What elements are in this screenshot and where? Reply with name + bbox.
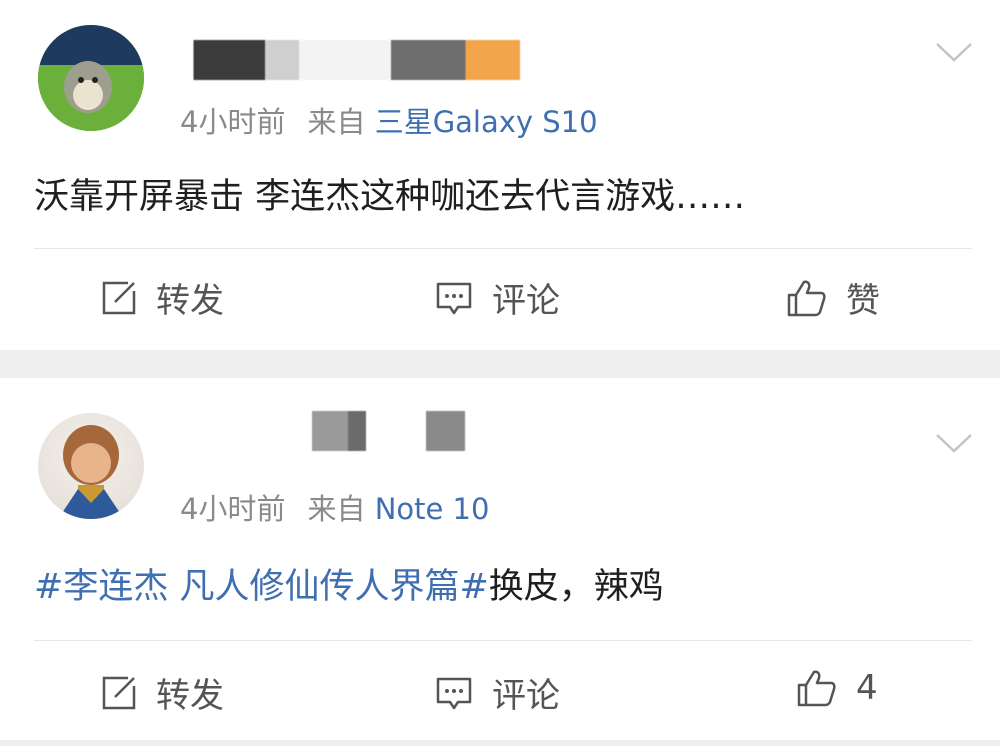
share-edit-icon — [102, 676, 136, 709]
comment-icon — [436, 282, 472, 314]
hashtag-link[interactable]: #李连杰 凡人修仙传人界篇# — [34, 567, 489, 607]
share-edit-icon — [102, 281, 136, 314]
divider — [34, 248, 972, 249]
like-button[interactable]: 赞 — [786, 273, 880, 322]
source-label: 来自 — [307, 105, 366, 139]
thumbs-up-icon — [797, 670, 836, 707]
like-button[interactable]: 4 — [796, 668, 878, 708]
forward-label: 转发 — [156, 281, 224, 321]
post-content: 沃靠开屏暴击 李连杰这种咖还去代言游戏…… — [34, 177, 746, 217]
feed-separator — [0, 350, 1000, 378]
post-time: 4小时前 — [180, 105, 286, 139]
post-meta: 4小时前 来自 Note 10 — [180, 486, 489, 528]
device-link[interactable]: 三星Galaxy S10 — [375, 105, 598, 139]
user-avatar[interactable] — [38, 25, 144, 131]
feed-separator — [0, 740, 1000, 746]
post-meta: 4小时前 来自 三星Galaxy S10 — [180, 99, 598, 141]
weibo-post: 4小时前 来自 Note 10 #李连杰 凡人修仙传人界篇#换皮，辣鸡 转发 评论… — [0, 378, 1000, 740]
post-time: 4小时前 — [180, 492, 286, 526]
divider — [34, 640, 972, 641]
forward-button[interactable]: 转发 — [100, 273, 224, 322]
comment-button[interactable]: 评论 — [434, 668, 560, 717]
chevron-down-icon[interactable] — [934, 40, 974, 64]
post-text: 换皮，辣鸡 — [488, 567, 664, 607]
comment-icon — [436, 677, 472, 709]
chevron-down-icon[interactable] — [934, 431, 974, 455]
device-link[interactable]: Note 10 — [375, 492, 490, 526]
comment-button[interactable]: 评论 — [434, 273, 560, 322]
forward-label: 转发 — [156, 676, 224, 716]
blurred-username[interactable] — [180, 411, 480, 451]
weibo-post: 4小时前 来自 三星Galaxy S10 沃靠开屏暴击 李连杰这种咖还去代言游戏…… — [0, 0, 1000, 350]
post-content: #李连杰 凡人修仙传人界篇#换皮，辣鸡 — [34, 558, 664, 609]
like-count: 4 — [856, 668, 878, 708]
thumbs-up-icon — [787, 280, 826, 316]
blurred-username[interactable] — [180, 40, 520, 80]
comment-label: 评论 — [492, 676, 560, 716]
like-label: 赞 — [846, 281, 880, 321]
user-avatar[interactable] — [38, 413, 144, 519]
forward-button[interactable]: 转发 — [100, 668, 224, 717]
source-label: 来自 — [307, 492, 366, 526]
comment-label: 评论 — [492, 281, 560, 321]
